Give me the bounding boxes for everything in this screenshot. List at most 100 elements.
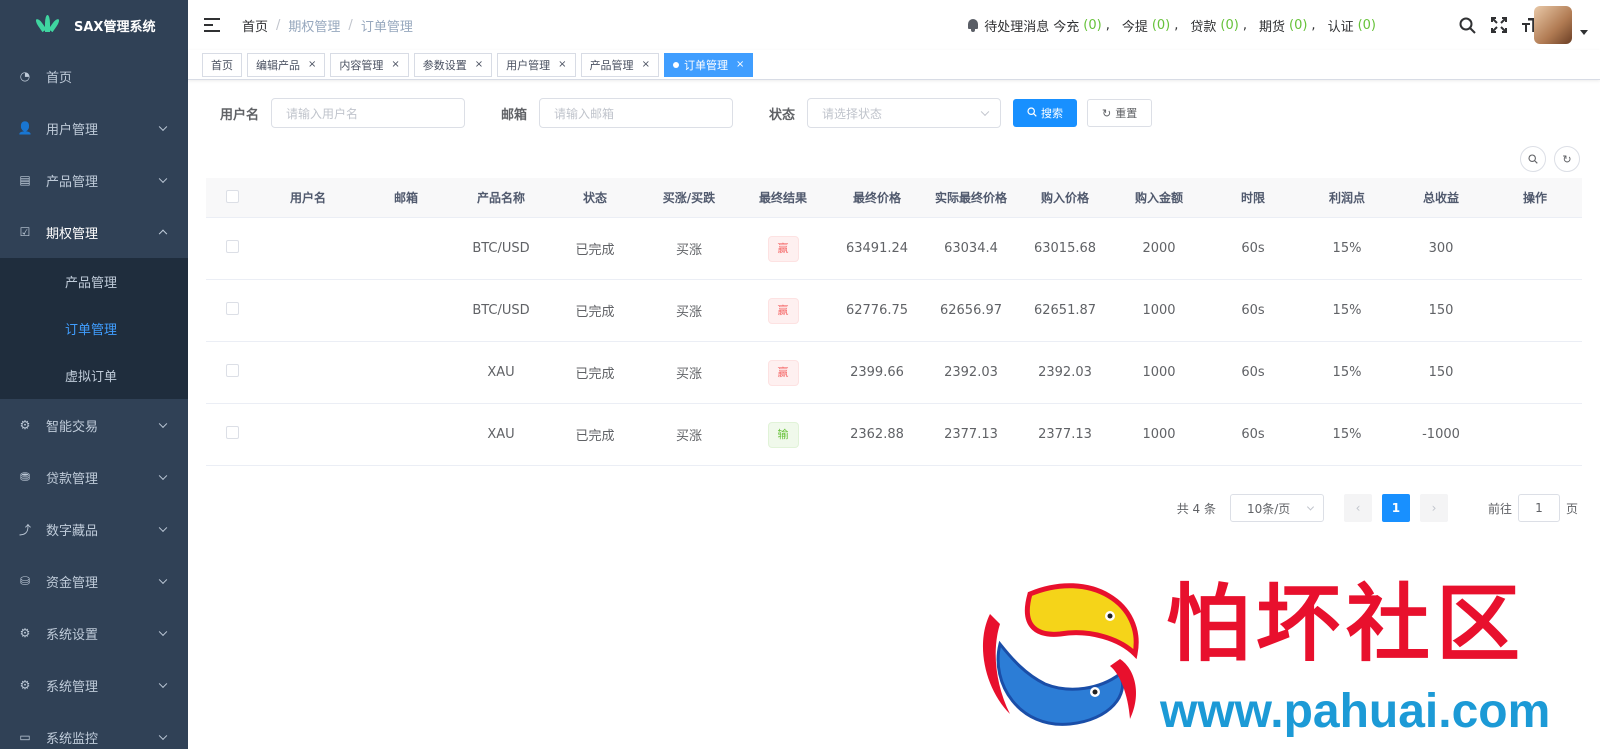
search-button-label: 搜索 (1041, 107, 1064, 120)
sidebar-item-monitoring[interactable]: ▭ 系统监控 (0, 711, 188, 749)
caret-down-icon[interactable] (1580, 30, 1588, 35)
toggle-search-icon[interactable] (1520, 146, 1546, 172)
logo-icon (34, 15, 61, 34)
chart-icon: ⤴ (18, 522, 31, 537)
sidebar: SAX管理系统 ◔ 首页 👤 用户管理 ▤ 产品管理 ☑ 期权管理 产品管理 订… (0, 0, 188, 749)
table-row[interactable]: BTC/USD 已完成 买涨 赢 63491.24 63034.4 63015.… (206, 218, 1582, 280)
submenu-item-orders[interactable]: 订单管理 (0, 305, 188, 352)
hamburger-icon[interactable] (204, 18, 220, 32)
sidebar-item-collectibles[interactable]: ⤴ 数字藏品 (0, 503, 188, 555)
cell-final-price: 2362.88 (850, 427, 904, 442)
reset-button-label: 重置 (1115, 107, 1138, 120)
pending-messages: 待处理消息 今充 (0) , 今提 (0) , 贷款 (0) , 期货 (0) … (967, 0, 1380, 50)
cell-amount: 1000 (1142, 303, 1176, 318)
email-input[interactable]: 请输入邮箱 (539, 98, 734, 128)
sidebar-item-system-settings[interactable]: ⚙ 系统设置 (0, 607, 188, 659)
tag-home[interactable]: 首页 (202, 52, 242, 77)
sidebar-item-label: 首页 (46, 70, 73, 86)
pending-messages-label: 待处理消息 (984, 19, 1050, 35)
sidebar-item-loans[interactable]: ⛃ 贷款管理 (0, 451, 188, 503)
sidebar-item-smart-trading[interactable]: ⚙ 智能交易 (0, 399, 188, 451)
close-icon[interactable]: × (475, 59, 483, 70)
separator: , (1174, 17, 1179, 33)
sidebar-item-funds[interactable]: ⛁ 资金管理 (0, 555, 188, 607)
table-header: 用户名 邮箱 产品名称 状态 买涨/买跌 最终结果 最终价格 实际最终价格 购入… (206, 178, 1582, 218)
cell-buy-price: 2392.03 (1038, 365, 1092, 380)
tag-label: 产品管理 (589, 58, 634, 72)
row-checkbox[interactable] (225, 426, 239, 439)
search-button[interactable]: 搜索 (1013, 99, 1078, 127)
notify-verify-label[interactable]: 认证 (1328, 16, 1354, 35)
tag-products[interactable]: 产品管理 × (580, 52, 659, 77)
username-input[interactable]: 请输入用户名 (271, 98, 466, 128)
notify-futures-label[interactable]: 期货 (1259, 16, 1285, 35)
tag-params[interactable]: 参数设置 × (413, 52, 493, 77)
search-icon (1027, 106, 1037, 120)
submenu-item-virtual-orders[interactable]: 虚拟订单 (0, 352, 188, 399)
refresh-icon: ↻ (1102, 106, 1112, 120)
sidebar-item-users[interactable]: 👤 用户管理 (0, 102, 188, 154)
avatar[interactable] (1534, 6, 1572, 44)
select-all-checkbox[interactable] (225, 189, 239, 203)
sidebar-item-home[interactable]: ◔ 首页 (0, 50, 188, 102)
row-checkbox[interactable] (225, 364, 239, 377)
column-header: 实际最终价格 (934, 191, 1007, 205)
cell-final-price: 62776.75 (845, 303, 909, 318)
page-size-select[interactable]: 10条/页 (1229, 494, 1324, 522)
table-row[interactable]: BTC/USD 已完成 买涨 赢 62776.75 62656.97 62651… (206, 280, 1582, 342)
close-icon[interactable]: × (391, 59, 399, 70)
cell-total-profit: -1000 (1422, 427, 1460, 442)
search-icon[interactable] (1458, 16, 1476, 34)
close-icon[interactable]: × (642, 59, 650, 70)
cell-product: BTC/USD (472, 303, 530, 318)
breadcrumb-item[interactable]: 首页 (242, 16, 268, 35)
app-logo[interactable]: SAX管理系统 (0, 0, 188, 50)
monitor-icon: ▭ (19, 730, 31, 744)
tag-edit-product[interactable]: 编辑产品 × (247, 52, 326, 77)
row-checkbox[interactable] (225, 302, 239, 315)
close-icon[interactable]: × (308, 59, 316, 70)
close-icon[interactable]: × (558, 59, 566, 70)
table-row[interactable]: XAU 已完成 买涨 赢 2399.66 2392.03 2392.03 100… (206, 342, 1582, 404)
goto-label: 前往 (1487, 501, 1512, 516)
cell-total-profit: 150 (1428, 365, 1454, 380)
notify-loan-count[interactable]: (0) (1220, 18, 1238, 33)
fullscreen-icon[interactable] (1490, 16, 1508, 34)
notify-recharge-count[interactable]: (0) (1083, 18, 1101, 33)
sidebar-item-options[interactable]: ☑ 期权管理 (0, 206, 188, 258)
notify-withdraw-count[interactable]: (0) (1152, 18, 1170, 33)
status-select-placeholder: 请选择状态 (822, 106, 883, 121)
table-row[interactable]: XAU 已完成 买涨 输 2362.88 2377.13 2377.13 100… (206, 404, 1582, 466)
close-icon[interactable]: × (736, 59, 744, 70)
sidebar-item-label: 期权管理 (46, 226, 99, 242)
sidebar-item-products[interactable]: ▤ 产品管理 (0, 154, 188, 206)
column-header: 邮箱 (393, 191, 418, 205)
notify-withdraw-label[interactable]: 今提 (1122, 16, 1148, 35)
breadcrumb: 首页 / 期权管理 / 订单管理 (242, 16, 413, 35)
tag-content[interactable]: 内容管理 × (330, 52, 409, 77)
goto-page-input[interactable]: 1 (1517, 494, 1560, 522)
notify-recharge-label[interactable]: 今充 (1053, 16, 1079, 35)
tag-orders[interactable]: 订单管理 × (663, 52, 754, 77)
breadcrumb-item[interactable]: 期权管理 (288, 16, 340, 35)
submenu-item-products[interactable]: 产品管理 (0, 258, 188, 305)
notify-loan-label[interactable]: 贷款 (1190, 16, 1216, 35)
notify-verify-count[interactable]: (0) (1358, 18, 1376, 33)
column-header: 用户名 (289, 191, 326, 205)
row-checkbox[interactable] (225, 240, 239, 253)
reset-button[interactable]: ↻ 重置 (1087, 99, 1153, 127)
bell-icon (967, 18, 979, 32)
page-number-button[interactable]: 1 (1381, 494, 1410, 522)
cell-profit-rate: 15% (1332, 365, 1362, 380)
sidebar-item-label: 贷款管理 (46, 471, 99, 487)
status-select[interactable]: 请选择状态 (807, 98, 1002, 128)
refresh-icon[interactable]: ↻ (1554, 146, 1580, 172)
pagination: 共 4 条 10条/页 ‹ 1 › 前往 1 页 (1177, 494, 1578, 522)
tag-users[interactable]: 用户管理 × (497, 52, 576, 77)
notify-futures-count[interactable]: (0) (1289, 18, 1307, 33)
result-badge: 输 (767, 421, 799, 448)
cell-period: 60s (1241, 427, 1265, 442)
sidebar-item-system-admin[interactable]: ⚙ 系统管理 (0, 659, 188, 711)
prev-page-button[interactable]: ‹ (1343, 494, 1372, 522)
next-page-button[interactable]: › (1419, 494, 1448, 522)
